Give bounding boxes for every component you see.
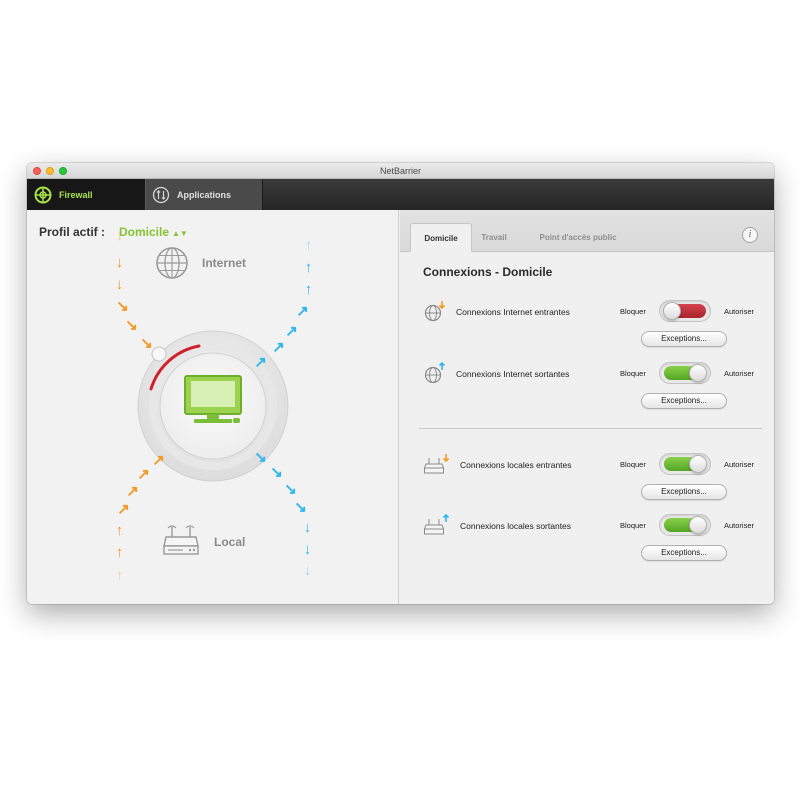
profile-tabs: Domicile Travail Point d'accès public i xyxy=(400,210,774,252)
allow-label: Autoriser xyxy=(724,307,755,316)
local-incoming-arrow-icon: ↗ xyxy=(137,466,150,483)
section-divider xyxy=(419,428,762,429)
incoming-arrow-icon: ↓ xyxy=(115,276,124,293)
internet-label: Internet xyxy=(202,256,247,270)
updown-chevron-icon: ▲▼ xyxy=(172,229,188,238)
info-button[interactable]: i xyxy=(742,227,758,243)
block-label: Bloquer xyxy=(620,521,646,530)
allow-label: Autoriser xyxy=(724,369,755,378)
local-outgoing-arrow-icon: ↓ xyxy=(303,562,312,579)
outgoing-arrow-icon: ↑ xyxy=(304,259,313,276)
tab-domicile[interactable]: Domicile xyxy=(410,223,472,252)
applications-icon xyxy=(152,186,170,203)
local-incoming-arrow-icon: ↗ xyxy=(117,501,130,518)
connection-row-local-incoming: Connexions locales entrantes Bloquer Aut… xyxy=(400,453,774,513)
outgoing-arrow-icon: ↗ xyxy=(254,354,267,371)
traffic-diagram-pane: Profil actif : Domicile ▲▼ Internet Local xyxy=(27,210,399,604)
local-outgoing-arrow-icon: ↘ xyxy=(294,499,307,516)
local-label: Local xyxy=(214,535,246,549)
incoming-arrow-icon: ↓ xyxy=(115,227,124,244)
router-incoming-icon xyxy=(424,454,450,474)
outgoing-arrow-icon: ↗ xyxy=(285,323,298,340)
exceptions-button[interactable]: Exceptions... xyxy=(641,545,727,561)
tab-travail[interactable]: Travail xyxy=(472,223,516,252)
local-incoming-arrow-icon: ↗ xyxy=(152,452,165,469)
profile-selector[interactable]: Domicile ▲▼ xyxy=(119,225,188,239)
router-outgoing-icon xyxy=(424,514,450,535)
local-outgoing-arrow-icon: ↘ xyxy=(284,481,297,498)
exceptions-button[interactable]: Exceptions... xyxy=(641,484,727,500)
connection-label: Connexions locales entrantes xyxy=(460,460,572,470)
allow-label: Autoriser xyxy=(724,460,755,469)
local-outgoing-arrow-icon: ↓ xyxy=(303,519,312,536)
firewall-icon xyxy=(34,186,52,203)
settings-pane: Domicile Travail Point d'accès public i … xyxy=(400,210,774,604)
incoming-arrow-icon: ↘ xyxy=(116,298,129,315)
zoom-window-button[interactable] xyxy=(59,167,67,175)
block-label: Bloquer xyxy=(620,460,646,469)
tab-firewall[interactable]: Firewall xyxy=(27,179,145,210)
local-incoming-arrow-icon: ↑ xyxy=(115,567,124,584)
window-title: NetBarrier xyxy=(379,166,421,176)
app-window: NetBarrier Firewall Applications Profil … xyxy=(27,163,774,604)
local-outgoing-arrow-icon: ↘ xyxy=(254,449,267,466)
tab-point-acces-public[interactable]: Point d'accès public xyxy=(523,223,633,252)
minimize-window-button[interactable] xyxy=(46,167,54,175)
incoming-arrow-icon: ↘ xyxy=(140,335,153,352)
incoming-arrow-icon: ↘ xyxy=(125,317,138,334)
local-incoming-arrow-icon: ↑ xyxy=(115,544,124,561)
globe-outgoing-icon xyxy=(424,362,446,384)
globe-incoming-icon xyxy=(424,301,446,322)
close-window-button[interactable] xyxy=(33,167,41,175)
exceptions-button[interactable]: Exceptions... xyxy=(641,393,727,409)
local-incoming-arrow-icon: ↑ xyxy=(115,522,124,539)
connection-label: Connexions Internet entrantes xyxy=(456,307,570,317)
internet-globe-icon xyxy=(156,247,188,279)
title-bar: NetBarrier xyxy=(27,163,774,179)
allow-label: Autoriser xyxy=(724,521,755,530)
local-router-icon xyxy=(163,525,199,555)
outgoing-arrow-icon: ↗ xyxy=(296,303,309,320)
local-outgoing-arrow-icon: ↓ xyxy=(303,541,312,558)
connection-label: Connexions locales sortantes xyxy=(460,521,572,531)
local-incoming-arrow-icon: ↗ xyxy=(126,483,139,500)
tab-applications-label: Applications xyxy=(177,189,232,200)
window-controls xyxy=(33,167,67,175)
block-label: Bloquer xyxy=(620,307,646,316)
internet-outgoing-toggle[interactable] xyxy=(659,362,711,384)
local-outgoing-toggle[interactable] xyxy=(659,514,711,536)
incoming-arrow-icon: ↓ xyxy=(115,254,124,271)
internet-incoming-toggle[interactable] xyxy=(659,300,711,322)
tab-applications[interactable]: Applications xyxy=(145,179,263,210)
exceptions-button[interactable]: Exceptions... xyxy=(641,331,727,347)
connection-row-local-outgoing: Connexions locales sortantes Bloquer Aut… xyxy=(400,514,774,574)
profile-label: Profil actif : xyxy=(39,225,106,239)
outgoing-arrow-icon: ↑ xyxy=(304,281,313,298)
connection-label: Connexions Internet sortantes xyxy=(456,369,570,379)
outgoing-arrow-icon: ↗ xyxy=(272,339,285,356)
section-title: Connexions - Domicile xyxy=(423,265,553,279)
outgoing-arrow-icon: ↑ xyxy=(304,237,313,254)
block-label: Bloquer xyxy=(620,369,646,378)
tab-firewall-label: Firewall xyxy=(59,189,93,200)
local-outgoing-arrow-icon: ↘ xyxy=(270,464,283,481)
connection-row-internet-incoming: Connexions Internet entrantes Bloquer Au… xyxy=(400,300,774,360)
main-toolbar: Firewall Applications xyxy=(27,179,774,210)
connection-row-internet-outgoing: Connexions Internet sortantes Bloquer Au… xyxy=(400,362,774,422)
local-incoming-toggle[interactable] xyxy=(659,453,711,475)
